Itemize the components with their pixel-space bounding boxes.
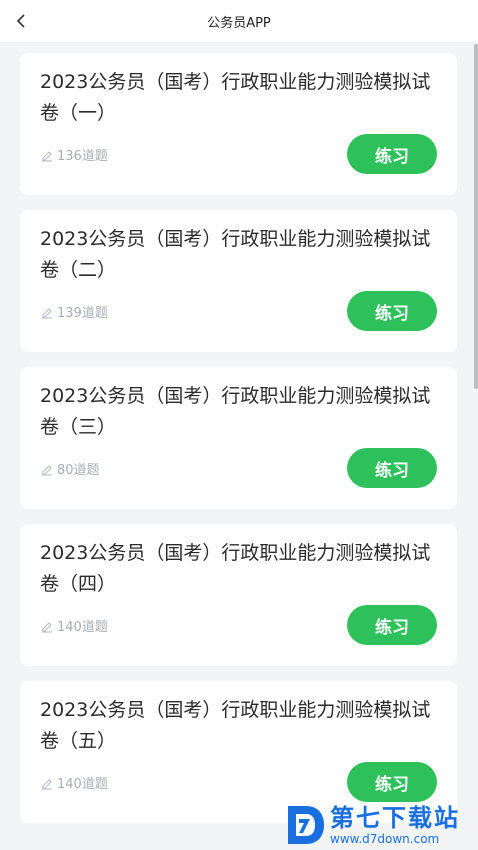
practice-button[interactable]: 练习: [347, 134, 437, 174]
paper-title: 2023公务员（国考）行政职业能力测验模拟试卷（一）: [40, 71, 431, 124]
paper-card: 2023公务员（国考）行政职业能力测验模拟试卷（二） 139道题 练习: [20, 210, 457, 352]
question-count: 140道题: [40, 773, 108, 792]
d7-logo-icon: [288, 806, 324, 844]
watermark-url: www.d7down.com: [330, 832, 440, 846]
watermark-text: 第七下载站 www.d7down.com: [330, 804, 460, 846]
question-count: 80道题: [40, 459, 100, 478]
pencil-icon: [42, 778, 52, 790]
pencil-icon: [42, 464, 52, 476]
chevron-left-icon: [16, 14, 25, 28]
question-count-label: 140道题: [57, 777, 108, 792]
pencil-icon: [42, 621, 52, 633]
paper-title: 2023公务员（国考）行政职业能力测验模拟试卷（四）: [40, 542, 431, 595]
page-title: 公务员APP: [207, 15, 271, 31]
paper-title: 2023公务员（国考）行政职业能力测验模拟试卷（五）: [40, 699, 431, 752]
paper-card: 2023公务员（国考）行政职业能力测验模拟试卷（一） 136道题 练习: [20, 53, 457, 195]
question-count-label: 136道题: [57, 149, 108, 164]
paper-card: 2023公务员（国考）行政职业能力测验模拟试卷（四） 140道题 练习: [20, 524, 457, 666]
pencil-icon: [42, 150, 52, 162]
paper-list: 2023公务员（国考）行政职业能力测验模拟试卷（一） 136道题 练习 2023…: [20, 53, 457, 838]
site-watermark: 第七下载站 www.d7down.com: [284, 800, 478, 850]
pencil-icon: [42, 307, 52, 319]
paper-title: 2023公务员（国考）行政职业能力测验模拟试卷（三）: [40, 385, 431, 438]
back-button[interactable]: [6, 6, 36, 36]
practice-button[interactable]: 练习: [347, 448, 437, 488]
watermark-name: 第七下载站: [330, 804, 460, 832]
question-count-label: 140道题: [57, 620, 108, 635]
question-count: 139道题: [40, 302, 108, 321]
paper-title: 2023公务员（国考）行政职业能力测验模拟试卷（二）: [40, 228, 431, 281]
question-count-label: 80道题: [57, 463, 100, 478]
question-count: 136道题: [40, 145, 108, 164]
practice-button[interactable]: 练习: [347, 605, 437, 645]
top-bar: 公务员APP: [0, 0, 478, 42]
practice-button[interactable]: 练习: [347, 291, 437, 331]
question-count-label: 139道题: [57, 306, 108, 321]
question-count: 140道题: [40, 616, 108, 635]
paper-card: 2023公务员（国考）行政职业能力测验模拟试卷（三） 80道题 练习: [20, 367, 457, 509]
scrollbar[interactable]: [474, 44, 478, 389]
practice-button[interactable]: 练习: [347, 762, 437, 802]
